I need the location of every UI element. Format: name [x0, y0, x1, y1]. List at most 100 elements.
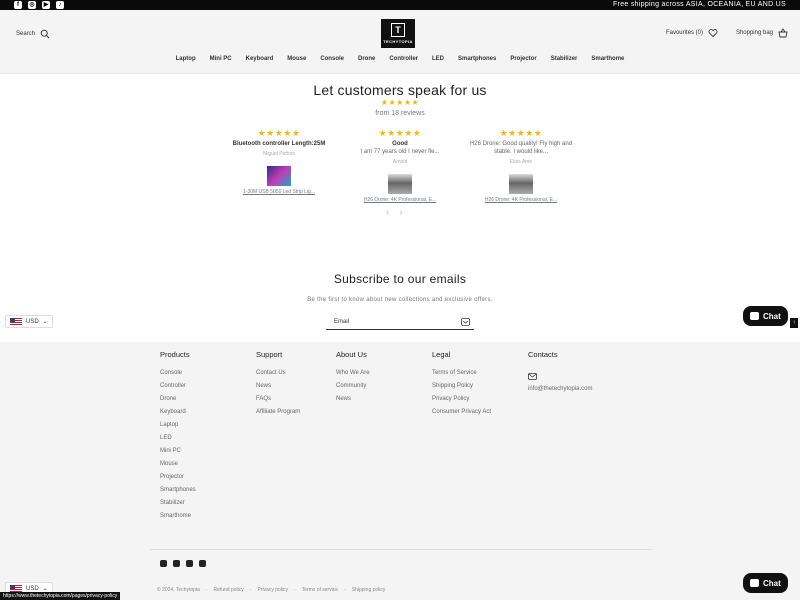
chevron-down-icon: ⌄ [42, 319, 48, 325]
footer-about: About Us Who We Are Community News [336, 350, 370, 406]
footer-link[interactable]: FAQs [256, 393, 300, 406]
nav-item[interactable]: LED [432, 56, 444, 62]
currency-label: USD [26, 318, 39, 325]
review-title: Bluetooth controller Length:25M [232, 141, 326, 147]
footer-link[interactable]: Community [336, 380, 370, 393]
chat-label: Chat [763, 311, 781, 321]
basket-icon[interactable] [778, 28, 788, 38]
us-flag-icon [10, 585, 22, 592]
footer-link[interactable]: Affiliate Program [256, 406, 300, 419]
rating-stars: ★★★★★ [380, 98, 420, 107]
nav-item[interactable]: Smarthome [591, 56, 624, 62]
review-card[interactable]: ★★★★★ H26 Drone: Good quality! Fly high … [466, 128, 576, 203]
footer-link[interactable]: Who We Are [336, 367, 370, 380]
chat-button[interactable]: Chat [743, 306, 788, 326]
contact-email-link[interactable]: info@thetechytopia.com [528, 385, 592, 394]
legal-link[interactable]: Privacy policy [257, 587, 288, 593]
footer-link[interactable]: Mouse [160, 458, 196, 471]
footer-link[interactable]: Consumer Privacy Act [432, 406, 491, 419]
nav-item[interactable]: Mini PC [210, 56, 232, 62]
favourites-label[interactable]: Favourites (0) [666, 30, 703, 36]
nav-item[interactable]: Keyboard [246, 56, 274, 62]
footer-link[interactable]: Smarthome [160, 510, 196, 523]
legal-link[interactable]: Refund policy [213, 587, 243, 593]
footer-link[interactable]: Smartphones [160, 484, 196, 497]
chevron-right-icon[interactable]: › [399, 207, 402, 218]
nav-item[interactable]: Smartphones [458, 56, 496, 62]
footer-link[interactable]: Keyboard [160, 406, 196, 419]
chip-icon [391, 23, 405, 37]
footer-link[interactable]: News [256, 380, 300, 393]
carousel-controls: ‹ › [386, 207, 403, 218]
nav-item[interactable]: Mouse [287, 56, 306, 62]
review-body: H26 Drone: Good quality! Fly high and st… [469, 141, 573, 155]
footer-link[interactable]: News [336, 393, 370, 406]
search-button[interactable]: Search [16, 29, 50, 39]
shopping-bag-label[interactable]: Shopping bag [736, 30, 773, 36]
review-card[interactable]: ★★★★★ Bluetooth controller Length:25M Mi… [224, 128, 334, 195]
footer-heading: Support [256, 350, 283, 359]
mail-icon [528, 373, 537, 380]
review-product-link[interactable]: H26 Drone: 4K Professional, E... [466, 197, 576, 203]
review-product-link[interactable]: 1-30M USB 5050 Led Strip Lig... [224, 189, 334, 195]
review-author: Elias Amir [509, 159, 533, 165]
footer-link[interactable]: Projector [160, 471, 196, 484]
review-product-link[interactable]: H26 Drone: 4K Professional, E... [345, 197, 455, 203]
product-thumbnail [509, 174, 533, 194]
footer-support: Support Contact Us News FAQs Affiliate Prog… [256, 350, 300, 419]
heart-icon[interactable] [708, 28, 718, 38]
currency-label: USD [26, 585, 39, 592]
scroll-up-icon[interactable]: ↑ [790, 318, 798, 328]
footer-link[interactable]: Mini PC [160, 445, 196, 458]
nav-item[interactable]: Drone [358, 56, 375, 62]
separator: · [294, 587, 296, 593]
review-stars: ★★★★★ [499, 128, 543, 138]
site-logo[interactable]: TECHYTOPIA [381, 19, 415, 48]
reviews-heading: Let customers speak for us [313, 82, 487, 98]
nav-item[interactable]: Controller [389, 56, 418, 62]
product-thumbnail [267, 166, 291, 186]
subscribe-heading: Subscribe to our emails [333, 272, 467, 286]
youtube-icon[interactable]: ▶ [42, 1, 50, 9]
youtube-icon[interactable] [186, 560, 193, 567]
instagram-icon[interactable]: ◎ [28, 1, 36, 9]
nav-item[interactable]: Stabilizer [551, 56, 578, 62]
footer-link[interactable]: Contact Us [256, 367, 300, 380]
email-field[interactable]: Email [326, 315, 474, 330]
footer-heading: About Us [336, 350, 367, 359]
footer-link[interactable]: LED [160, 432, 196, 445]
separator: · [344, 587, 346, 593]
shipping-announcement: Free shipping across ASIA, OCEANIA, EU A… [612, 1, 786, 8]
footer-link[interactable]: Terms of Service [432, 367, 491, 380]
send-icon[interactable] [461, 318, 470, 326]
social-links: f ◎ ▶ ♪ [14, 1, 64, 9]
footer-link[interactable]: Stabilizer [160, 497, 196, 510]
footer-link[interactable]: Laptop [160, 419, 196, 432]
review-card[interactable]: ★★★★★ Good I am 77 years old I never fle… [345, 128, 455, 203]
review-count: from 18 reviews [375, 110, 425, 117]
footer-legal: Legal Terms of Service Shipping Policy Pri… [432, 350, 491, 419]
legal-link[interactable]: Terms of service [302, 587, 338, 593]
review-title: Good [392, 141, 408, 147]
footer-link[interactable]: Console [160, 367, 196, 380]
footer-link[interactable]: Controller [160, 380, 196, 393]
subscribe-text: Be the first to know about new collectio… [307, 297, 493, 303]
chevron-left-icon[interactable]: ‹ [386, 207, 389, 218]
nav-item[interactable]: Laptop [176, 56, 196, 62]
footer-link[interactable]: Privacy Policy [432, 393, 491, 406]
currency-selector[interactable]: USD ⌄ [5, 315, 53, 328]
instagram-icon[interactable] [173, 560, 180, 567]
footer-divider [150, 549, 652, 550]
chevron-down-icon: ⌄ [42, 586, 48, 592]
tiktok-icon[interactable] [199, 560, 206, 567]
tiktok-icon[interactable]: ♪ [56, 1, 64, 9]
chat-button[interactable]: Chat [743, 573, 788, 593]
nav-item[interactable]: Projector [510, 56, 536, 62]
footer-link[interactable]: Shipping Policy [432, 380, 491, 393]
footer-link[interactable]: Drone [160, 393, 196, 406]
product-thumbnail [388, 174, 412, 194]
nav-item[interactable]: Console [320, 56, 344, 62]
facebook-icon[interactable]: f [14, 1, 22, 9]
facebook-icon[interactable] [160, 560, 167, 567]
legal-link[interactable]: Shipping policy [352, 587, 386, 593]
